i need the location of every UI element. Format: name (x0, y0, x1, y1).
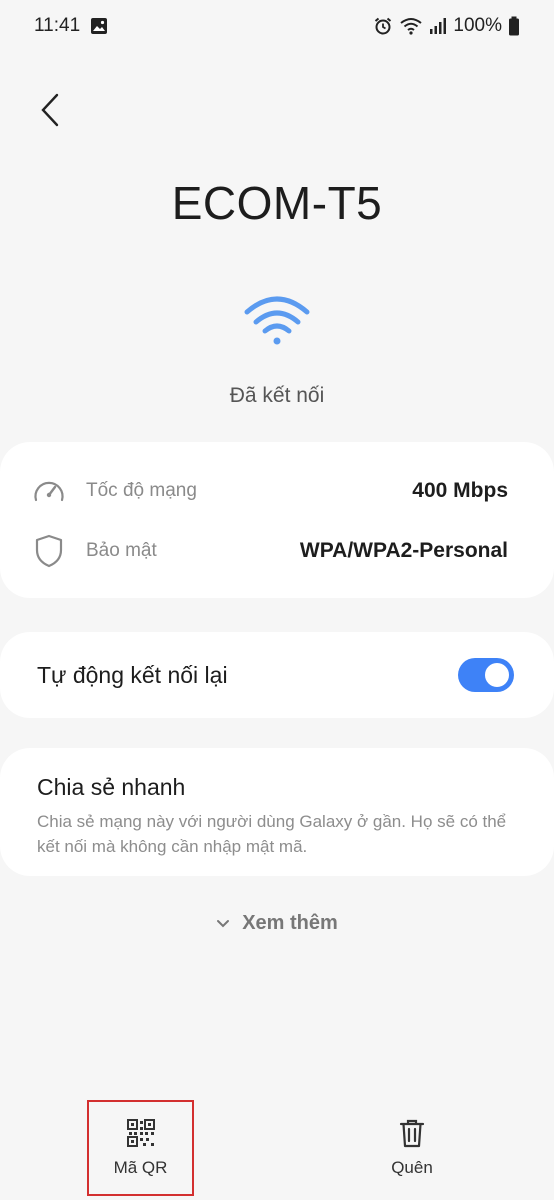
qr-code-label: Mã QR (113, 1158, 168, 1177)
status-bar: 11:41 100% (0, 0, 554, 52)
auto-reconnect-toggle[interactable] (458, 658, 514, 692)
see-more-button[interactable]: Xem thêm (0, 908, 554, 938)
speed-value: 400 Mbps (412, 479, 508, 502)
network-info-card: Tốc độ mạng 400 Mbps Bảo mật WPA/WPA2-Pe… (0, 442, 554, 598)
auto-reconnect-row[interactable]: Tự động kết nối lại (0, 632, 554, 718)
quick-share-card[interactable]: Chia sẻ nhanh Chia sẻ mạng này với người… (0, 748, 554, 876)
wifi-connected-icon (237, 290, 317, 350)
security-row: Bảo mật WPA/WPA2-Personal (32, 521, 508, 581)
network-name: ECOM-T5 (171, 177, 383, 229)
see-more-label: Xem thêm (242, 911, 338, 934)
forget-label: Quên (391, 1158, 433, 1177)
auto-reconnect-label: Tự động kết nối lại (37, 661, 228, 688)
shield-icon (32, 534, 66, 568)
speed-label: Tốc độ mạng (86, 480, 197, 501)
security-value: WPA/WPA2-Personal (299, 539, 508, 562)
qr-code-button[interactable]: Mã QR (87, 1100, 194, 1196)
gallery-icon (90, 17, 108, 35)
chevron-down-icon (216, 912, 230, 935)
signal-icon (429, 17, 447, 35)
back-button[interactable] (28, 88, 72, 136)
chevron-left-icon (39, 93, 61, 132)
trash-icon (397, 1118, 427, 1148)
status-right: 100% (373, 15, 520, 37)
security-label: Bảo mật (86, 540, 157, 561)
connection-status: Đã kết nối (229, 384, 325, 407)
alarm-icon (373, 16, 393, 36)
toggle-knob (483, 661, 511, 689)
speedometer-icon (32, 474, 66, 508)
wifi-icon (399, 16, 423, 36)
status-left: 11:41 (34, 15, 108, 37)
quick-share-description: Chia sẻ mạng này với người dùng Galaxy ở… (37, 812, 507, 856)
battery-icon (508, 16, 520, 36)
speed-row: Tốc độ mạng 400 Mbps (32, 461, 508, 521)
quick-share-title: Chia sẻ nhanh (37, 774, 186, 800)
forget-button[interactable]: Quên (358, 1100, 466, 1196)
qr-code-icon (126, 1118, 156, 1148)
battery-percent: 100% (453, 15, 502, 36)
status-time: 11:41 (34, 15, 81, 36)
